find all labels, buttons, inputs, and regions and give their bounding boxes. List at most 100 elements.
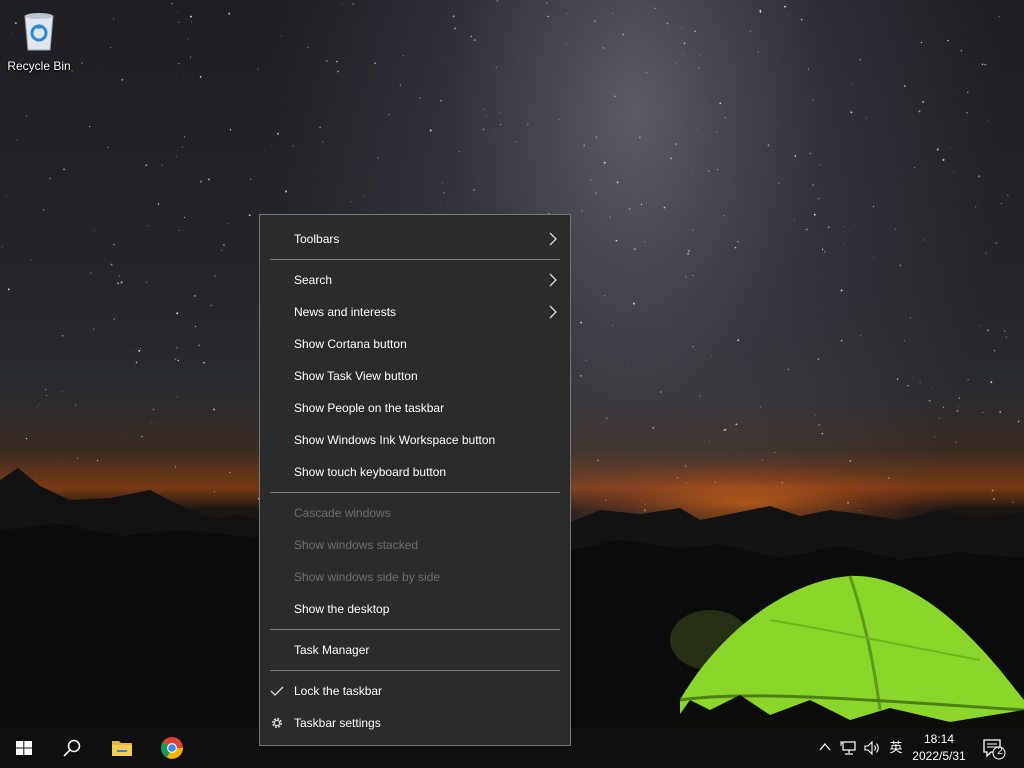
wallpaper-star bbox=[654, 7, 656, 10]
menu-separator bbox=[270, 670, 560, 671]
menu-item-label: Show touch keyboard button bbox=[294, 465, 447, 479]
menu-item-toolbars[interactable]: Toolbars bbox=[260, 223, 570, 255]
search-icon bbox=[63, 739, 81, 757]
wallpaper-star bbox=[687, 250, 690, 252]
wallpaper-star bbox=[729, 176, 730, 177]
wallpaper-star bbox=[694, 30, 696, 33]
menu-item-label: Toolbars bbox=[294, 232, 340, 246]
wallpaper-star bbox=[942, 158, 945, 161]
wallpaper-star bbox=[823, 97, 825, 99]
wallpaper-star bbox=[723, 215, 725, 217]
wallpaper-star bbox=[388, 113, 390, 116]
wallpaper-star bbox=[687, 253, 689, 255]
wallpaper-star bbox=[873, 256, 875, 258]
wallpaper-star bbox=[614, 95, 616, 98]
wallpaper-star bbox=[817, 358, 820, 360]
gear-icon bbox=[272, 718, 282, 728]
menu-item-show-touch-keyboard[interactable]: Show touch keyboard button bbox=[260, 456, 570, 488]
chevron-right-icon bbox=[549, 232, 557, 246]
wallpaper-star bbox=[999, 411, 1001, 414]
wallpaper-star bbox=[794, 155, 797, 157]
folder-icon bbox=[112, 741, 132, 756]
show-hidden-icons-button[interactable] bbox=[814, 728, 834, 768]
wallpaper-star bbox=[229, 129, 232, 131]
menu-item-task-manager[interactable]: Task Manager bbox=[260, 634, 570, 666]
menu-item-show-task-view-button[interactable]: Show Task View button bbox=[260, 360, 570, 392]
taskbar-clock[interactable]: 18:14 2022/5/31 bbox=[904, 731, 974, 767]
taskbar-search-button[interactable] bbox=[48, 728, 96, 768]
wallpaper-star bbox=[161, 164, 163, 166]
menu-item-windows-side-by-side: Show windows side by side bbox=[260, 561, 570, 593]
menu-item-label: Task Manager bbox=[294, 643, 370, 657]
wallpaper-star bbox=[645, 71, 648, 74]
menu-item-show-people[interactable]: Show People on the taskbar bbox=[260, 392, 570, 424]
wallpaper-star bbox=[850, 111, 853, 114]
checkmark-icon bbox=[270, 686, 284, 696]
wallpaper-star bbox=[711, 354, 713, 356]
speaker-icon bbox=[864, 740, 879, 756]
wallpaper-star bbox=[257, 68, 259, 70]
wallpaper-star bbox=[716, 168, 718, 171]
wallpaper-star bbox=[640, 203, 643, 206]
menu-item-label: Show the desktop bbox=[294, 602, 390, 616]
wallpaper-star bbox=[967, 378, 969, 381]
menu-item-lock-taskbar[interactable]: Lock the taskbar bbox=[260, 675, 570, 707]
wallpaper-star bbox=[759, 9, 762, 12]
taskbar-app-file-explorer[interactable] bbox=[98, 728, 146, 768]
wallpaper-star bbox=[603, 161, 606, 164]
wallpaper-star bbox=[708, 170, 710, 172]
wallpaper-star bbox=[16, 139, 18, 141]
desktop-icon-recycle-bin[interactable]: Recycle Bin bbox=[4, 6, 74, 76]
wallpaper-star bbox=[337, 70, 339, 73]
wallpaper-star bbox=[800, 18, 803, 21]
wallpaper-star bbox=[683, 42, 686, 44]
wallpaper-star bbox=[843, 243, 845, 244]
action-center-button[interactable]: 2 bbox=[980, 728, 1010, 768]
wallpaper-star bbox=[499, 123, 501, 126]
menu-item-taskbar-settings[interactable]: Taskbar settings bbox=[260, 707, 570, 739]
wallpaper-star bbox=[603, 294, 606, 297]
menu-item-show-desktop[interactable]: Show the desktop bbox=[260, 593, 570, 625]
wallpaper-star bbox=[595, 192, 597, 194]
wallpaper-star bbox=[342, 4, 344, 5]
wallpaper-star bbox=[767, 144, 770, 146]
wallpaper-star bbox=[443, 192, 445, 194]
wallpaper-tent bbox=[670, 575, 1024, 728]
wallpaper-star bbox=[593, 20, 596, 23]
wallpaper-star bbox=[1001, 203, 1002, 205]
wallpaper-star bbox=[922, 239, 925, 241]
wallpaper-star bbox=[276, 132, 279, 135]
menu-item-news-and-interests[interactable]: News and interests bbox=[260, 296, 570, 328]
wallpaper-star bbox=[953, 172, 955, 174]
wallpaper-star bbox=[177, 11, 179, 13]
wallpaper-star bbox=[998, 16, 1000, 18]
menu-item-show-cortana-button[interactable]: Show Cortana button bbox=[260, 328, 570, 360]
wallpaper-star bbox=[757, 50, 760, 53]
wallpaper-star bbox=[44, 388, 47, 391]
network-tray-button[interactable] bbox=[838, 728, 860, 768]
wallpaper-star bbox=[157, 203, 160, 205]
wallpaper-star bbox=[622, 33, 625, 36]
menu-item-search[interactable]: Search bbox=[260, 264, 570, 296]
taskbar-app-chrome[interactable] bbox=[148, 728, 196, 768]
wallpaper-star bbox=[1017, 420, 1020, 423]
wallpaper-star bbox=[627, 363, 629, 365]
wallpaper-star bbox=[440, 99, 442, 102]
wallpaper-star bbox=[670, 157, 672, 160]
wallpaper-star bbox=[590, 179, 592, 181]
wallpaper-star bbox=[585, 360, 587, 361]
volume-tray-button[interactable] bbox=[862, 728, 884, 768]
wallpaper-star bbox=[189, 15, 192, 18]
menu-item-label: Taskbar settings bbox=[294, 716, 381, 730]
wallpaper-star bbox=[967, 91, 969, 93]
menu-item-show-ink-workspace[interactable]: Show Windows Ink Workspace button bbox=[260, 424, 570, 456]
wallpaper-star bbox=[187, 38, 189, 40]
wallpaper-star bbox=[121, 282, 123, 283]
input-method-indicator[interactable]: 英 bbox=[886, 728, 906, 768]
wallpaper-star bbox=[920, 41, 923, 44]
start-button[interactable] bbox=[0, 728, 48, 768]
wallpaper-star bbox=[213, 408, 215, 411]
wallpaper-star bbox=[737, 240, 739, 243]
wallpaper-star bbox=[759, 406, 762, 408]
wallpaper-star bbox=[200, 180, 203, 183]
